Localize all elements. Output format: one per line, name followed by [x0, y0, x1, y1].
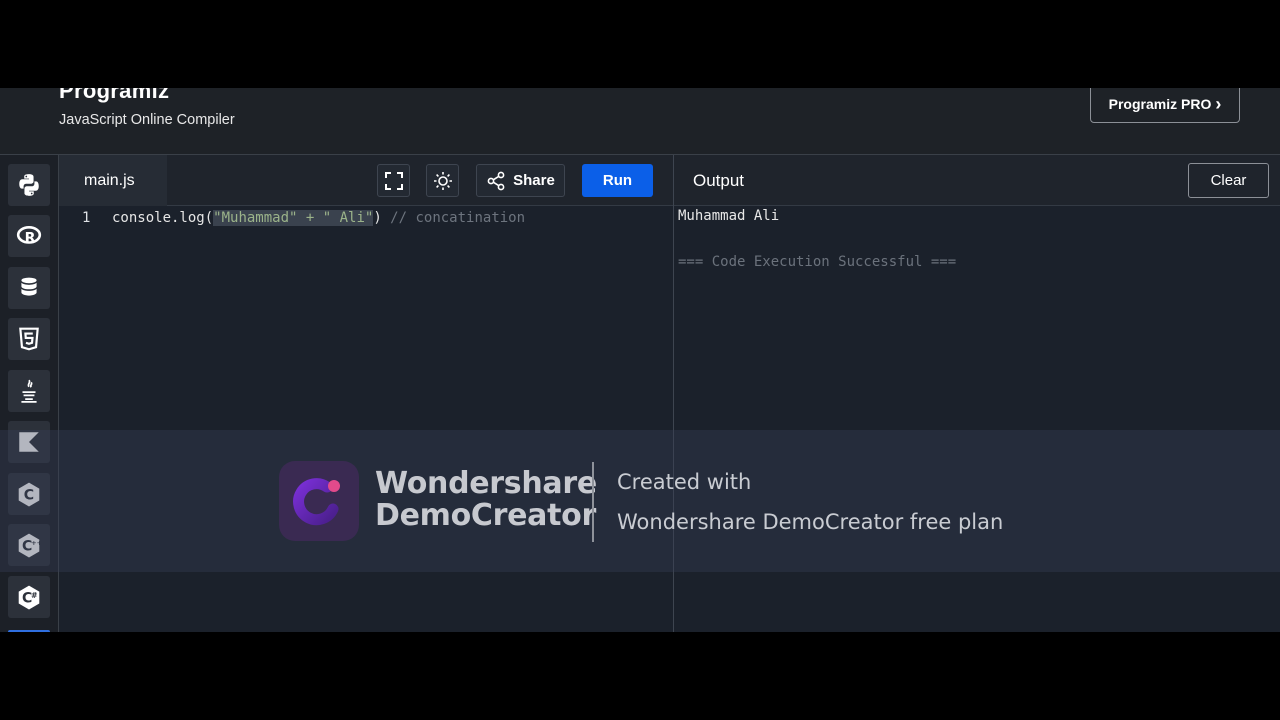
- file-tab-main-js[interactable]: main.js: [59, 155, 167, 206]
- sidebar-item-csharp[interactable]: C #: [8, 576, 50, 618]
- r-language-icon: R: [16, 226, 42, 247]
- compiler-app: Programiz JavaScript Online Compiler Pro…: [0, 88, 1280, 632]
- code-comment: // concatination: [381, 210, 526, 226]
- expand-icon: [384, 171, 403, 190]
- democreator-logo-icon: [279, 461, 359, 541]
- sun-icon: [433, 171, 452, 190]
- share-label: Share: [513, 172, 555, 189]
- output-title: Output: [693, 170, 745, 190]
- svg-text:R: R: [25, 231, 36, 247]
- share-icon: [487, 171, 505, 190]
- democreator-watermark: Wondershare DemoCreator Created with Won…: [0, 430, 1280, 572]
- selected-string: "Muhammad" + " Ali": [213, 210, 374, 226]
- editor-toolbar: main.js Share Run: [59, 155, 673, 206]
- watermark-brand-line2: DemoCreator: [375, 498, 596, 533]
- sidebar-item-html[interactable]: [8, 318, 50, 360]
- sidebar-item-java[interactable]: [8, 370, 50, 412]
- letterbox-bottom: [0, 632, 1280, 720]
- fullscreen-button[interactable]: [377, 164, 410, 197]
- code-suffix: ): [373, 210, 382, 226]
- sidebar-item-python[interactable]: [8, 164, 50, 206]
- clear-button[interactable]: Clear: [1188, 163, 1269, 198]
- programiz-pro-button[interactable]: Programiz PRO ›: [1090, 88, 1240, 123]
- chevron-right-icon: ›: [1215, 93, 1222, 114]
- csharp-icon: C#: [18, 585, 40, 610]
- watermark-brand-line1: Wondershare: [375, 466, 597, 501]
- python-icon: [19, 174, 39, 196]
- output-toolbar: Output Clear: [674, 155, 1280, 206]
- run-button[interactable]: Run: [582, 164, 653, 197]
- page-subtitle: JavaScript Online Compiler: [59, 112, 235, 128]
- html5-icon: [19, 327, 39, 351]
- code-text[interactable]: console.log("Muhammad" + " Ali") // conc…: [112, 210, 525, 226]
- execution-status: === Code Execution Successful ===: [678, 254, 957, 270]
- top-bar: Programiz JavaScript Online Compiler Pro…: [0, 88, 1280, 155]
- letterbox-top: [0, 0, 1280, 88]
- sidebar-item-r[interactable]: R: [8, 215, 50, 257]
- pro-button-label: Programiz PRO: [1108, 95, 1212, 112]
- sidebar-item-sql[interactable]: [8, 267, 50, 309]
- code-line[interactable]: 1 console.log("Muhammad" + " Ali") // co…: [59, 208, 525, 228]
- code-prefix: console.log(: [112, 210, 214, 226]
- java-icon: [21, 379, 37, 403]
- watermark-brand: Wondershare DemoCreator: [375, 468, 597, 532]
- database-icon: [21, 277, 37, 296]
- theme-toggle-button[interactable]: [426, 164, 459, 197]
- line-number: 1: [82, 210, 91, 226]
- watermark-separator: [592, 462, 594, 542]
- output-result: Muhammad Ali: [678, 208, 780, 224]
- watermark-caption-line1: Created with: [617, 470, 752, 494]
- brand-logo[interactable]: Programiz: [59, 88, 169, 104]
- share-button[interactable]: Share: [476, 164, 565, 197]
- watermark-caption-line2: Wondershare DemoCreator free plan: [617, 510, 1004, 534]
- svg-text:#: #: [31, 591, 37, 600]
